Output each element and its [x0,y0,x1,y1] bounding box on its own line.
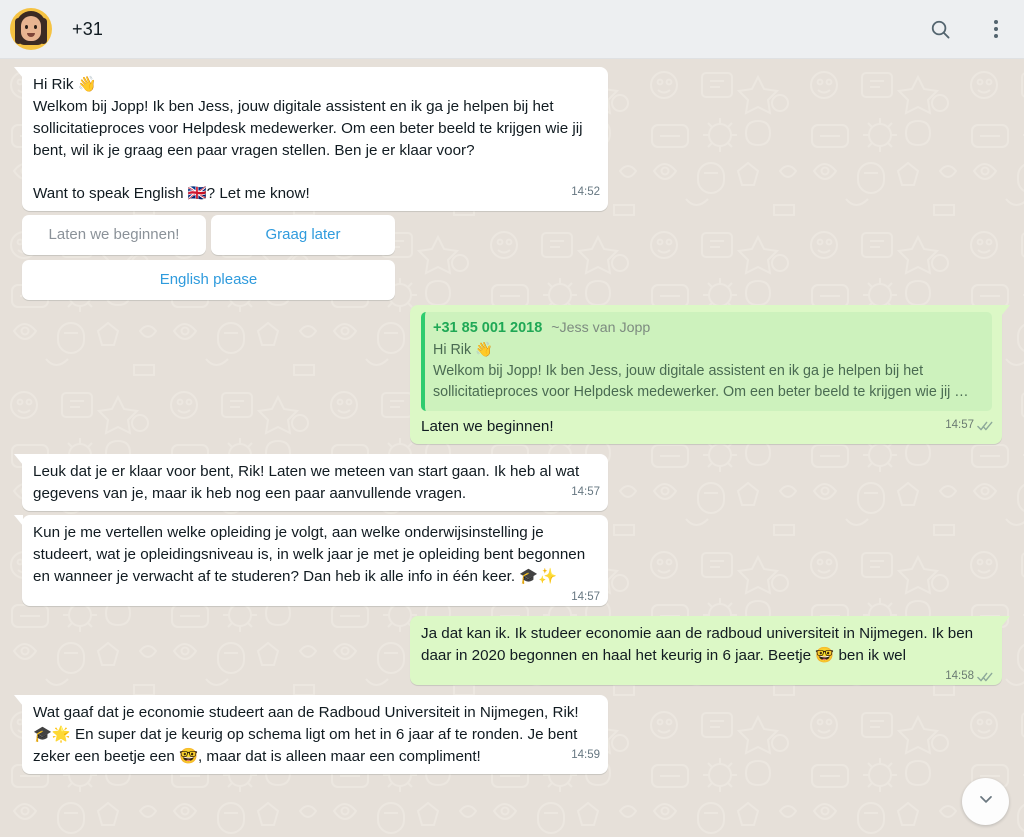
message-row: Hi Rik 👋 Welkom bij Jopp! Ik ben Jess, j… [0,67,1024,211]
quick-reply-group: Laten we beginnen! Graag later English p… [0,215,1024,300]
whatsapp-chat-window: +31 Hi Rik 👋 Welkom bij Jopp! Ik ben Jes… [0,0,1024,837]
message-line-english: Want to speak English 🇬🇧? Let me know! [33,185,310,202]
timestamp: 14:58 [945,670,974,682]
message-row: Kun je me vertellen welke opleiding je v… [0,515,1024,606]
quoted-message[interactable]: +31 85 001 2018 ~Jess van Jopp Hi Rik 👋 … [421,312,992,411]
timestamp: 14:59 [571,749,600,761]
message-meta: 14:58 [945,668,994,684]
message-meta: 14:57 [571,484,600,500]
quick-reply-row-1: Laten we beginnen! Graag later [22,215,395,255]
double-check-icon [977,420,994,432]
message-row: Leuk dat je er klaar voor bent, Rik! Lat… [0,454,1024,511]
message-row: Wat gaaf dat je economie studeert aan de… [0,695,1024,774]
quoted-line-1: Hi Rik 👋 [433,342,493,358]
message-meta: 14:52 [571,184,600,200]
timestamp: 14:52 [571,186,600,198]
quick-reply-row-2: English please [22,260,395,300]
message-bubble-incoming[interactable]: Leuk dat je er klaar voor bent, Rik! Lat… [14,454,608,511]
chat-message-area: Hi Rik 👋 Welkom bij Jopp! Ik ben Jess, j… [0,59,1024,837]
search-icon[interactable] [929,18,952,41]
message-text: Wat gaaf dat je economie studeert aan de… [33,704,583,765]
memoji-avatar-icon [10,8,52,50]
header-actions [929,18,1006,41]
quick-reply-graag-later[interactable]: Graag later [211,215,395,255]
message-meta: 14:57 [571,589,600,605]
message-text: Laten we beginnen! [421,418,554,435]
message-row: Ja dat kan ik. Ik studeer economie aan d… [0,616,1024,685]
avatar[interactable] [10,8,52,50]
chevron-down-icon [976,789,996,814]
quick-reply-laten-we-beginnen[interactable]: Laten we beginnen! [22,215,206,255]
quoted-header: +31 85 001 2018 ~Jess van Jopp [433,318,983,338]
message-bubble-outgoing[interactable]: +31 85 001 2018 ~Jess van Jopp Hi Rik 👋 … [410,305,1010,444]
message-line-intro: Welkom bij Jopp! Ik ben Jess, jouw digit… [33,98,587,159]
message-row: +31 85 001 2018 ~Jess van Jopp Hi Rik 👋 … [0,305,1024,444]
timestamp: 14:57 [945,419,974,431]
contact-name[interactable]: +31 [72,19,929,40]
message-meta: 14:59 [571,747,600,763]
overflow-menu-icon[interactable] [986,18,1006,40]
timestamp: 14:57 [571,591,600,603]
message-bubble-outgoing[interactable]: Ja dat kan ik. Ik studeer economie aan d… [410,616,1010,685]
message-meta: 14:57 [945,417,994,433]
quoted-phone-number: +31 85 001 2018 [433,320,543,336]
quoted-sender-name: ~Jess van Jopp [551,320,651,336]
message-text: Kun je me vertellen welke opleiding je v… [33,524,590,585]
message-bubble-incoming[interactable]: Wat gaaf dat je economie studeert aan de… [14,695,608,774]
message-bubble-incoming[interactable]: Hi Rik 👋 Welkom bij Jopp! Ik ben Jess, j… [14,67,608,211]
message-list[interactable]: Hi Rik 👋 Welkom bij Jopp! Ik ben Jess, j… [0,59,1024,837]
chat-header: +31 [0,0,1024,59]
quick-reply-english-please[interactable]: English please [22,260,395,300]
message-line-greeting: Hi Rik 👋 [33,76,97,93]
quoted-line-2: Welkom bij Jopp! Ik ben Jess, jouw digit… [433,363,969,400]
message-bubble-incoming[interactable]: Kun je me vertellen welke opleiding je v… [14,515,608,606]
double-check-icon [977,671,994,683]
message-text: Leuk dat je er klaar voor bent, Rik! Lat… [33,463,584,502]
timestamp: 14:57 [571,486,600,498]
scroll-to-bottom-button[interactable] [962,778,1009,825]
message-text: Ja dat kan ik. Ik studeer economie aan d… [421,625,978,664]
